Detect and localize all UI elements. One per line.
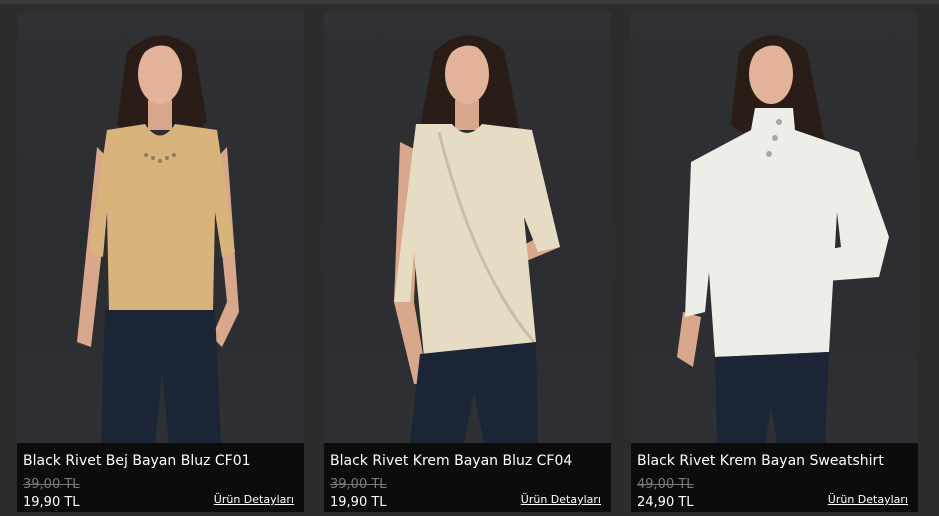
product-details-link[interactable]: Ürün Detayları	[828, 493, 908, 506]
product-info: Black Rivet Krem Bayan Sweatshirt 49,00 …	[631, 443, 918, 512]
old-price: 39,00 TL	[23, 477, 80, 492]
new-price: 19,90 TL	[330, 495, 387, 510]
product-info: Black Rivet Bej Bayan Bluz CF01 39,00 TL…	[17, 443, 304, 512]
product-info: Black Rivet Krem Bayan Bluz CF04 39,00 T…	[324, 443, 611, 512]
product-title[interactable]: Black Rivet Krem Bayan Sweatshirt	[637, 453, 884, 469]
new-price: 24,90 TL	[637, 495, 694, 510]
product-card-cf01[interactable]: Black Rivet Bej Bayan Bluz CF01 39,00 TL…	[17, 12, 304, 512]
old-price: 39,00 TL	[330, 477, 387, 492]
product-details-link[interactable]: Ürün Detayları	[521, 493, 601, 506]
old-price: 49,00 TL	[637, 477, 694, 492]
product-card-sweatshirt[interactable]: Black Rivet Krem Bayan Sweatshirt 49,00 …	[631, 12, 918, 512]
product-details-link[interactable]: Ürün Detayları	[214, 493, 294, 506]
top-border	[0, 0, 939, 4]
product-image[interactable]	[631, 12, 918, 443]
product-title[interactable]: Black Rivet Krem Bayan Bluz CF04	[330, 453, 572, 469]
product-image[interactable]	[17, 12, 304, 443]
product-title[interactable]: Black Rivet Bej Bayan Bluz CF01	[23, 453, 251, 469]
new-price: 19,90 TL	[23, 495, 80, 510]
product-card-cf04[interactable]: Black Rivet Krem Bayan Bluz CF04 39,00 T…	[324, 12, 611, 512]
product-image[interactable]	[324, 12, 611, 443]
